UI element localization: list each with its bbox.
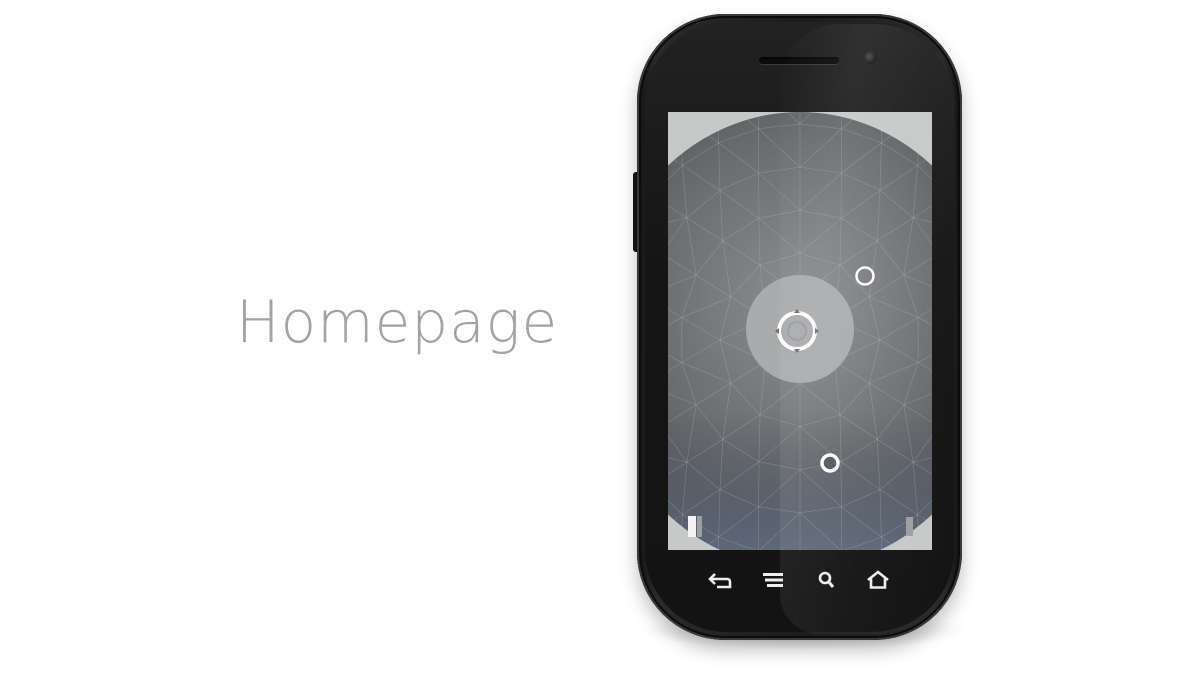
front-camera-icon [864, 51, 877, 64]
center-control[interactable] [668, 112, 932, 550]
right-status-bar-icon [906, 517, 913, 536]
menu-lines-icon [763, 573, 783, 587]
earpiece-speaker [759, 57, 839, 64]
menu-button[interactable] [758, 567, 788, 593]
back-button[interactable] [705, 567, 735, 593]
lower-node-ring-icon[interactable] [819, 452, 841, 474]
search-button[interactable] [812, 567, 842, 593]
phone-screen [668, 112, 932, 550]
page-title: Homepage [236, 288, 559, 356]
center-ring-icon [777, 311, 817, 351]
search-icon [818, 571, 835, 588]
home-button[interactable] [863, 567, 893, 593]
left-status-bars-icon [688, 516, 702, 537]
arrow-up-icon [794, 309, 800, 313]
arrow-right-icon [815, 328, 819, 334]
upper-right-node-ring-icon[interactable] [854, 265, 876, 287]
back-arrow-icon [708, 573, 732, 589]
stage: Homepage [0, 0, 1200, 676]
arrow-down-icon [794, 349, 800, 353]
arrow-left-icon [775, 328, 779, 334]
home-icon [867, 570, 889, 589]
